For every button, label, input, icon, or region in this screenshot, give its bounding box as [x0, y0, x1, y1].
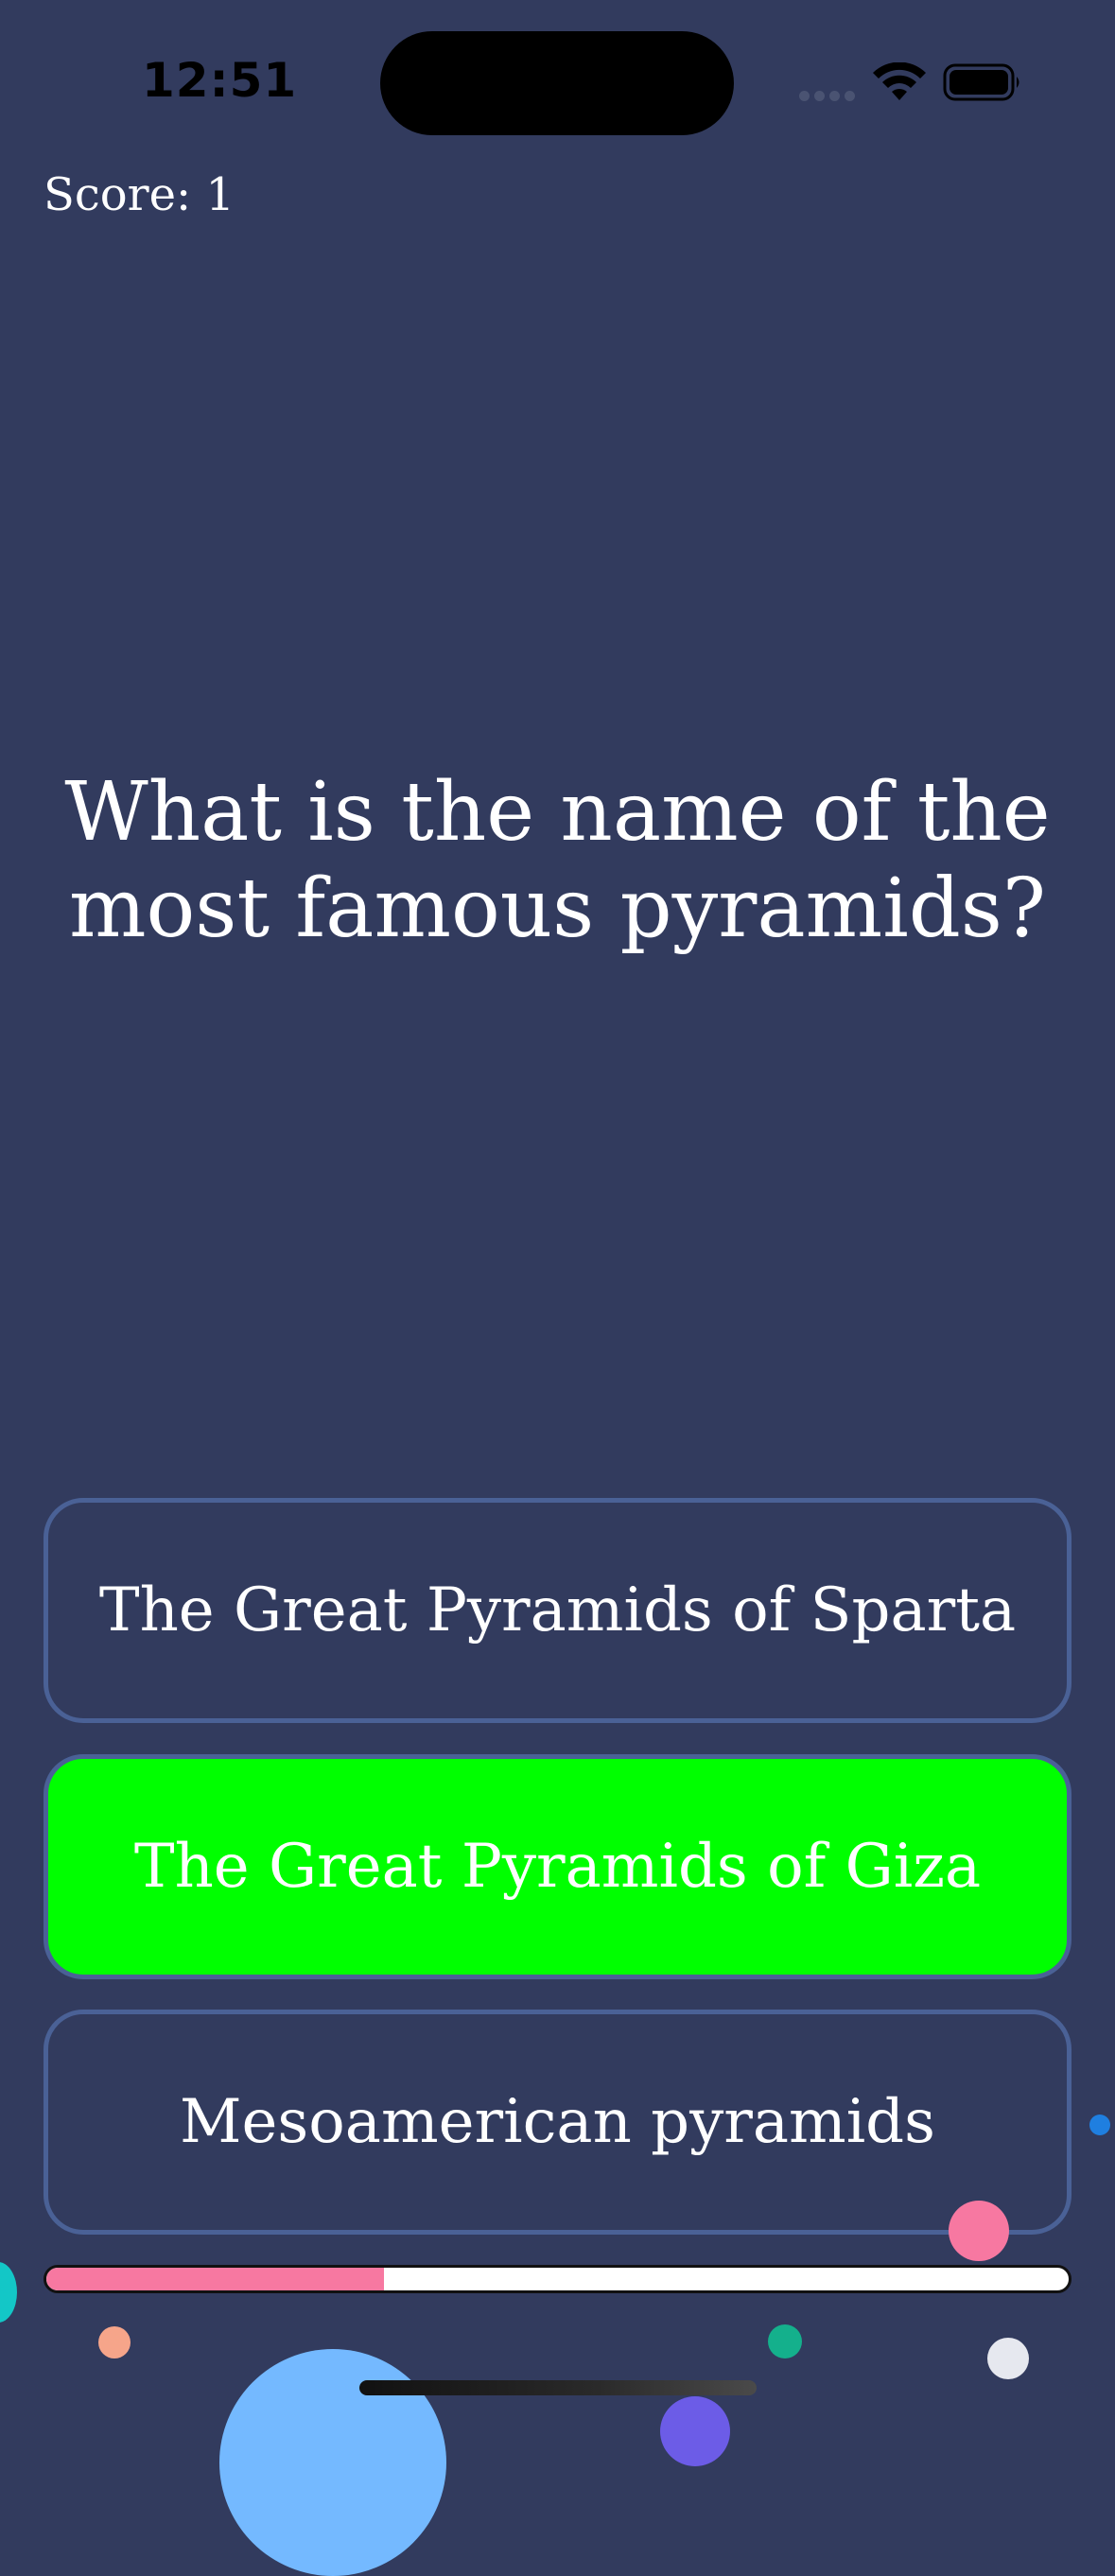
home-indicator[interactable]	[359, 2380, 757, 2395]
answer-label: Mesoamerican pyramids	[180, 2087, 935, 2157]
answer-label: The Great Pyramids of Sparta	[98, 1575, 1017, 1645]
answer-option-sparta[interactable]: The Great Pyramids of Sparta	[44, 1498, 1071, 1723]
status-time: 12:51	[142, 53, 298, 108]
confetti-particle	[987, 2338, 1029, 2379]
dynamic-island	[380, 31, 734, 135]
status-bar: 12:51	[0, 0, 1115, 142]
confetti-particle	[768, 2324, 802, 2358]
confetti-particle	[660, 2396, 730, 2466]
progress-fill	[46, 2268, 384, 2290]
score-label: Score: 1	[44, 168, 235, 221]
question-text: What is the name of the most famous pyra…	[64, 765, 1051, 956]
wifi-icon	[873, 62, 926, 100]
confetti-particle	[1089, 2115, 1110, 2135]
answer-option-giza[interactable]: The Great Pyramids of Giza	[44, 1754, 1071, 1979]
answer-option-mesoamerican[interactable]: Mesoamerican pyramids	[44, 2010, 1071, 2235]
answer-label: The Great Pyramids of Giza	[133, 1832, 982, 1902]
confetti-particle	[98, 2326, 131, 2358]
battery-icon	[943, 63, 1019, 101]
confetti-particle	[0, 2262, 17, 2323]
cellular-signal-icon	[799, 91, 856, 102]
confetti-particle	[949, 2201, 1009, 2261]
progress-bar	[44, 2265, 1071, 2293]
